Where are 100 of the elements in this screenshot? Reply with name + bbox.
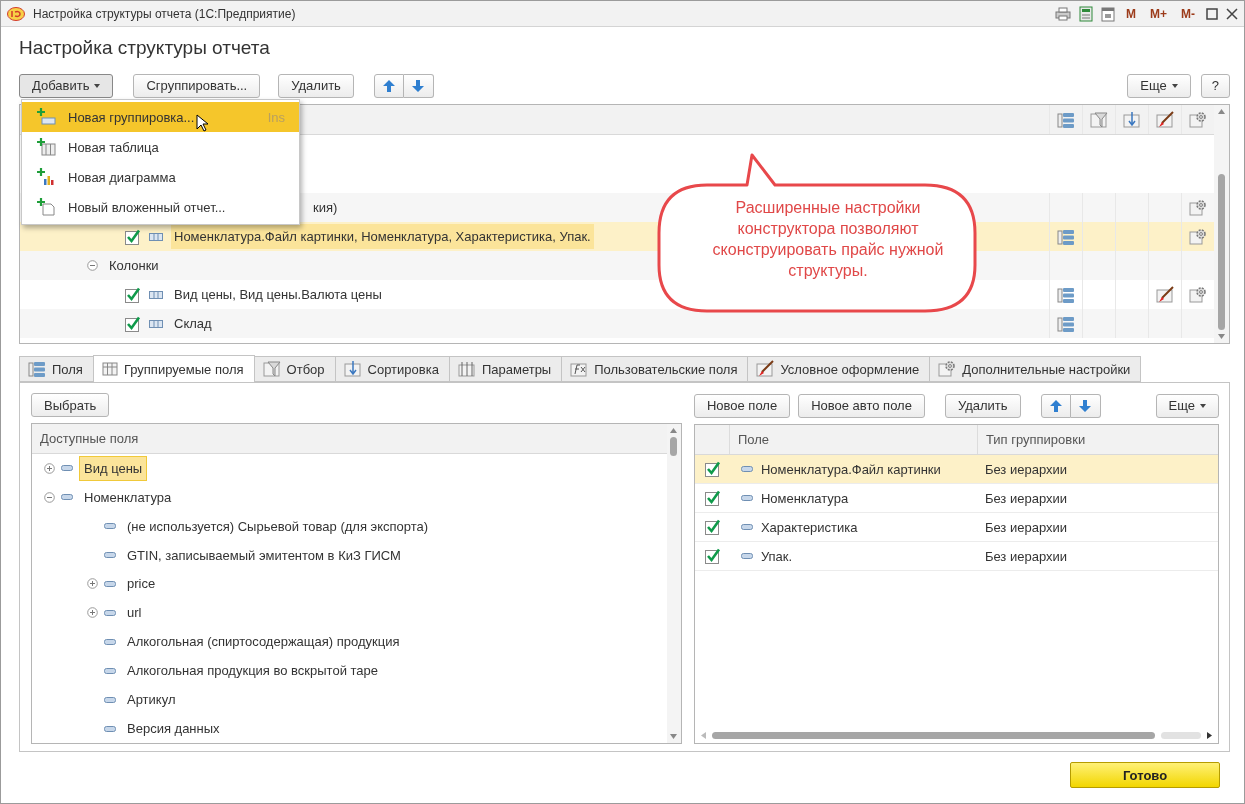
new-auto-field-button[interactable]: Новое авто поле bbox=[798, 393, 925, 418]
new-field-button[interactable]: Новое поле bbox=[693, 393, 791, 418]
move-up-button[interactable] bbox=[373, 73, 404, 98]
menu-item[interactable]: Новая таблица bbox=[22, 132, 299, 162]
maximize-icon[interactable] bbox=[1206, 7, 1218, 20]
help-button[interactable]: ? bbox=[1200, 73, 1230, 98]
fields-icon bbox=[1057, 110, 1075, 129]
field-label: Алкогольная (спиртосодержащая) продукция bbox=[126, 633, 401, 652]
tree-item[interactable]: Номенклатура bbox=[32, 482, 667, 512]
checkbox[interactable] bbox=[704, 548, 721, 564]
mouse-cursor-icon bbox=[196, 114, 209, 132]
checkbox[interactable] bbox=[704, 519, 721, 535]
checkbox[interactable] bbox=[704, 490, 721, 506]
close-icon[interactable] bbox=[1226, 7, 1238, 20]
field-label: url bbox=[126, 604, 143, 623]
tree-item[interactable]: Артикул bbox=[32, 685, 667, 715]
more-button[interactable]: Еще bbox=[1155, 393, 1219, 418]
caret-icon bbox=[1171, 83, 1178, 88]
move-down-button[interactable] bbox=[403, 73, 434, 98]
collapse-icon[interactable] bbox=[87, 260, 98, 271]
calculator-icon[interactable] bbox=[1079, 5, 1093, 22]
delete-button[interactable]: Удалить bbox=[278, 73, 354, 98]
tab[interactable]: Поля bbox=[19, 356, 94, 382]
delete-button[interactable]: Удалить bbox=[944, 393, 1021, 418]
move-down-button[interactable] bbox=[1070, 393, 1101, 418]
checkbox[interactable] bbox=[125, 228, 141, 245]
structure-item[interactable]: Склад bbox=[171, 311, 215, 336]
tab[interactable]: Параметры bbox=[448, 356, 563, 382]
field-label: Артикул bbox=[126, 691, 177, 710]
table-row[interactable]: Номенклатура.Файл картинки Без иерархии bbox=[694, 455, 1218, 484]
field-label: Алкогольная продукция во вскрытой таре bbox=[126, 662, 380, 681]
scrollbar-thumb[interactable] bbox=[1218, 174, 1225, 330]
tree-item[interactable]: Алкогольная продукция во вскрытой таре bbox=[32, 656, 667, 686]
scrollbar-thumb[interactable] bbox=[711, 731, 1155, 739]
field-label: GTIN, записываемый эмитентом в КиЗ ГИСМ bbox=[126, 546, 402, 565]
field-label: Номенклатура bbox=[83, 488, 173, 507]
scroll-up-icon[interactable] bbox=[1218, 109, 1225, 114]
field-icon bbox=[740, 524, 753, 530]
tree-item[interactable]: url bbox=[32, 598, 667, 628]
tree-item[interactable]: Алкогольная (спиртосодержащая) продукция bbox=[32, 627, 667, 657]
table-cell-text: Без иерархии bbox=[983, 547, 1067, 566]
tree-item[interactable]: (не используется) Сырьевой товар (для экспорта) bbox=[32, 511, 667, 541]
menu-item[interactable]: Новая группировка... Ins bbox=[22, 102, 299, 132]
print-icon[interactable] bbox=[1055, 6, 1071, 21]
tab[interactable]: Пользовательские поля bbox=[561, 356, 749, 382]
memory-key[interactable]: M+ bbox=[1147, 6, 1170, 21]
expand-icon[interactable] bbox=[87, 607, 98, 619]
field-label: Вид цены bbox=[79, 455, 148, 481]
memory-key[interactable]: M bbox=[1123, 6, 1139, 21]
gear-icon bbox=[1189, 285, 1207, 304]
more-button[interactable]: Еще bbox=[1127, 73, 1191, 98]
group-button[interactable]: Сгруппировать... bbox=[133, 73, 261, 98]
tree-item[interactable]: GTIN, записываемый эмитентом в КиЗ ГИСМ bbox=[32, 540, 667, 570]
structure-item[interactable]: кия) bbox=[310, 195, 341, 220]
gear-icon bbox=[938, 360, 957, 378]
menu-item[interactable]: Новая диаграмма bbox=[22, 162, 299, 192]
tree-item[interactable]: Версия данных bbox=[32, 714, 667, 743]
expand-icon[interactable] bbox=[44, 462, 55, 474]
tree-item[interactable]: price bbox=[32, 569, 667, 599]
column-header: Тип группировки bbox=[976, 425, 1218, 454]
field-icon bbox=[740, 495, 753, 501]
add-button[interactable]: Добавить bbox=[19, 73, 114, 98]
field-icon bbox=[104, 725, 116, 732]
tab[interactable]: Дополнительные настройки bbox=[929, 356, 1142, 382]
tab[interactable]: Условное оформление bbox=[747, 356, 931, 382]
scrollbar-thumb[interactable] bbox=[670, 437, 678, 457]
scroll-left-icon[interactable] bbox=[700, 731, 706, 739]
tab[interactable]: Отбор bbox=[253, 356, 336, 382]
select-button[interactable]: Выбрать bbox=[31, 393, 110, 417]
structure-item[interactable]: Вид цены, Вид цены.Валюта цены bbox=[171, 282, 385, 307]
calendar-icon[interactable] bbox=[1101, 5, 1115, 22]
checkbox[interactable] bbox=[125, 315, 141, 332]
field-icon bbox=[740, 553, 753, 559]
scroll-up-icon[interactable] bbox=[670, 428, 678, 433]
add-chart-icon bbox=[36, 168, 56, 186]
structure-item[interactable]: Номенклатура.Файл картинки, Номенклатура, Характеристика, Упак. bbox=[171, 224, 594, 249]
gear-icon bbox=[1189, 227, 1207, 246]
memory-key[interactable]: M- bbox=[1178, 6, 1198, 21]
field-icon bbox=[61, 494, 73, 501]
arrow-down-icon bbox=[1079, 399, 1092, 412]
scroll-down-icon[interactable] bbox=[1218, 334, 1225, 339]
done-button[interactable]: Готово bbox=[1070, 762, 1220, 788]
paintbrush-icon bbox=[1156, 285, 1174, 304]
gear-icon bbox=[1189, 198, 1207, 217]
expand-icon[interactable] bbox=[87, 578, 98, 590]
scroll-down-icon[interactable] bbox=[670, 734, 678, 739]
grouping-icon bbox=[149, 232, 163, 241]
tab[interactable]: Сортировка bbox=[334, 356, 450, 382]
structure-item[interactable]: Колонки bbox=[106, 253, 162, 278]
menu-item[interactable]: Новый вложенный отчет... bbox=[22, 192, 299, 222]
scroll-right-icon[interactable] bbox=[1207, 731, 1212, 739]
collapse-icon[interactable] bbox=[44, 491, 55, 503]
field-icon bbox=[104, 581, 116, 587]
checkbox[interactable] bbox=[125, 286, 141, 303]
tree-item[interactable]: Вид цены bbox=[32, 453, 667, 483]
move-up-button[interactable] bbox=[1040, 393, 1071, 418]
arrow-up-icon bbox=[382, 79, 395, 92]
field-icon bbox=[104, 667, 116, 674]
app-logo-icon bbox=[7, 6, 25, 21]
checkbox[interactable] bbox=[704, 461, 721, 477]
